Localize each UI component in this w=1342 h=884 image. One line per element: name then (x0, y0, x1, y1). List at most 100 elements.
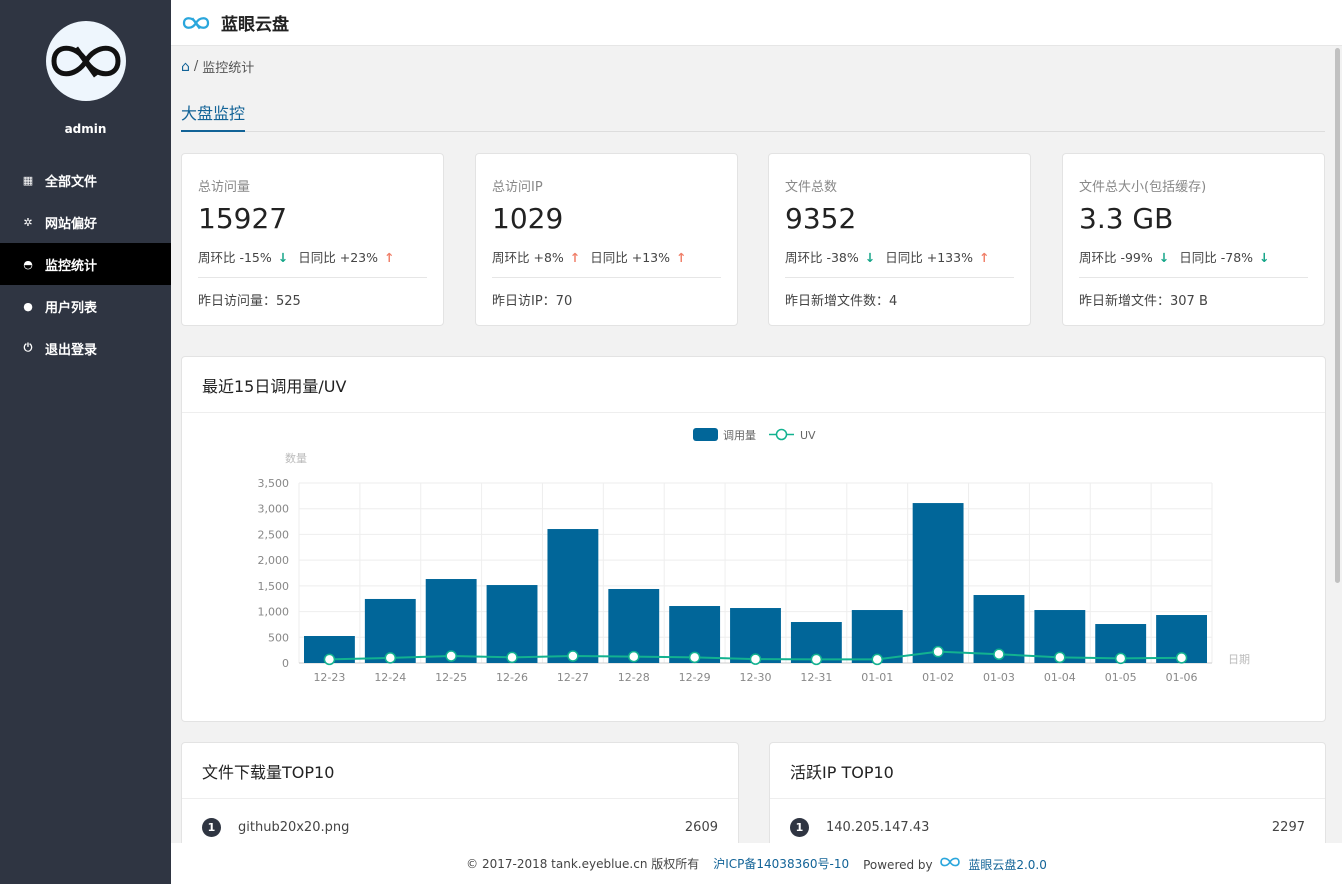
uv-point (993, 648, 1005, 661)
rank-badge: 1 (790, 817, 809, 837)
downloads-title: 文件下载量TOP10 (182, 743, 738, 799)
chart-panel: 最近15日调用量/UV 0 500 1,000 1,500 2,000 2,500 3,00… (181, 356, 1326, 722)
x-tick-label: 01-04 (1044, 671, 1076, 684)
uv-point (628, 650, 640, 663)
uv-point (1175, 652, 1188, 664)
arrow-up-icon: ↑ (978, 250, 990, 265)
arrow-down-icon: ↓ (277, 250, 289, 265)
y-tick-label: 3,000 (258, 503, 290, 516)
y-tick-label: 0 (282, 657, 289, 670)
x-tick-label: 12-29 (679, 671, 711, 684)
scrollbar[interactable] (1335, 48, 1340, 583)
stat-label: 总访问量 (198, 180, 251, 195)
sidebar-item-label: 全部文件 (45, 174, 98, 190)
copyright: © 2017-2018 tank.eyeblue.cn 版权所有 (466, 857, 700, 871)
download-count: 2609 (684, 819, 718, 835)
stat-value: 15927 (198, 202, 288, 235)
legend-line-marker (775, 428, 788, 441)
breadcrumb: ⌂ / 监控统计 (181, 57, 254, 77)
arrow-up-icon: ↑ (384, 250, 395, 265)
x-tick-label: 01-03 (983, 671, 1015, 684)
app-title[interactable]: 蓝眼云盘 (221, 10, 289, 35)
arrow-down-icon: ↓ (1158, 250, 1170, 265)
logo-icon (51, 45, 121, 78)
downloads-panel: 文件下载量TOP10 1 github20x20.png 2609 (181, 742, 739, 852)
sidebar-item-logout[interactable]: ⏻ 退出登录 (0, 327, 171, 369)
stat-footer: 昨日新增文件：307 B (1079, 294, 1208, 309)
day-compare: 日同比 -78% (1179, 250, 1254, 265)
icp-link[interactable]: 沪ICP备14038360号-10 (713, 855, 849, 872)
uv-point (323, 653, 336, 666)
sidebar-item-monitor[interactable]: ◓ 监控统计 (0, 243, 171, 285)
x-tick-label: 12-30 (740, 671, 772, 684)
brand-logo-icon[interactable] (181, 13, 211, 33)
avatar[interactable] (46, 21, 126, 101)
sidebar-item-label: 网站偏好 (45, 216, 98, 232)
stat-label: 总访问IP (492, 180, 543, 195)
home-icon[interactable]: ⌂ (181, 59, 190, 75)
file-name: github20x20.png (238, 819, 350, 835)
x-tick-label: 01-05 (1105, 671, 1137, 684)
sidebar-item-all-files[interactable]: ▦ 全部文件 (0, 159, 171, 201)
powered-by: Powered by (863, 857, 933, 872)
week-compare: 周环比 -15% (198, 250, 272, 265)
bar (547, 529, 599, 663)
x-tick-label: 12-24 (374, 671, 406, 684)
usage-chart: 0 500 1,000 1,500 2,000 2,500 3,000 3,500 12-23 1… (258, 428, 1250, 684)
stat-label: 文件总大小(包括缓存) (1079, 180, 1207, 195)
legend-bar-swatch (693, 428, 718, 441)
uv-point (932, 645, 944, 658)
stat-value: 1029 (492, 202, 564, 235)
y-axis-label: 数量 (285, 452, 307, 465)
stat-footer: 昨日新增文件数：4 (785, 294, 898, 309)
x-tick-label: 01-02 (922, 671, 954, 684)
x-axis-label: 日期 (1228, 653, 1250, 666)
breadcrumb-separator: / (193, 59, 199, 74)
uv-point (506, 651, 518, 664)
stat-card: 文件总大小(包括缓存) 3.3 GB 周环比 -99% ↓ 日同比 -78% ↓ 昨日… (1062, 153, 1325, 326)
day-compare: 日同比 +23% (298, 250, 378, 265)
active-ip-title: 活跃IP TOP10 (770, 743, 1325, 799)
y-tick-label: 1,500 (258, 580, 290, 593)
product-link[interactable]: 蓝眼云盘2.0.0 (968, 858, 1047, 872)
y-tick-label: 500 (268, 631, 289, 644)
legend-label: UV (800, 429, 816, 442)
y-tick-label: 3,500 (258, 477, 290, 490)
day-compare: 日同比 +13% (590, 250, 670, 265)
ip-address: 140.205.147.43 (826, 819, 930, 835)
uv-point (688, 651, 701, 664)
x-tick-label: 01-01 (861, 671, 893, 684)
footer: © 2017-2018 tank.eyeblue.cn 版权所有 沪ICP备14… (171, 843, 1342, 884)
x-tick-label: 12-26 (496, 671, 528, 684)
x-tick-label: 12-28 (618, 671, 650, 684)
x-tick-label: 12-31 (800, 671, 832, 684)
stat-footer: 昨日访IP：70 (492, 294, 573, 309)
grid-icon: ▦ (22, 173, 34, 187)
ip-count: 2297 (1271, 819, 1305, 835)
tab-dashboard[interactable]: 大盘监控 (181, 100, 246, 132)
y-tick-label: 2,000 (258, 554, 290, 567)
power-icon: ⏻ (23, 341, 33, 354)
sidebar-item-label: 监控统计 (45, 258, 98, 274)
uv-point (1114, 652, 1127, 665)
uv-point (871, 653, 883, 666)
stat-card: 总访问IP 1029 周环比 +8% ↑ 日同比 +13% ↑ 昨日访IP：70 (475, 153, 738, 326)
sidebar: admin ▦ 全部文件 ✲ 网站偏好 ◓ 监控统计 ● 用户列表 ⏻ 退出登录 (0, 0, 171, 884)
week-compare: 周环比 -38% (785, 250, 859, 265)
arrow-up-icon: ↑ (569, 250, 581, 265)
x-tick-label: 01-06 (1166, 671, 1198, 684)
y-tick-label: 1,000 (258, 606, 290, 619)
x-tick-label: 12-27 (557, 671, 589, 684)
sidebar-item-users[interactable]: ● 用户列表 (0, 285, 171, 327)
x-tick-label: 12-23 (313, 671, 345, 684)
sidebar-item-label: 用户列表 (45, 300, 98, 316)
week-compare: 周环比 +8% (492, 250, 564, 265)
user-icon: ● (23, 299, 33, 313)
active-ip-panel: 活跃IP TOP10 1 140.205.147.43 2297 (769, 742, 1326, 852)
sidebar-item-label: 退出登录 (45, 342, 98, 358)
uv-point (749, 653, 762, 665)
uv-point (384, 652, 397, 664)
bar (486, 585, 538, 663)
stat-footer: 昨日访问量：525 (198, 294, 301, 309)
sidebar-item-preferences[interactable]: ✲ 网站偏好 (0, 201, 171, 243)
